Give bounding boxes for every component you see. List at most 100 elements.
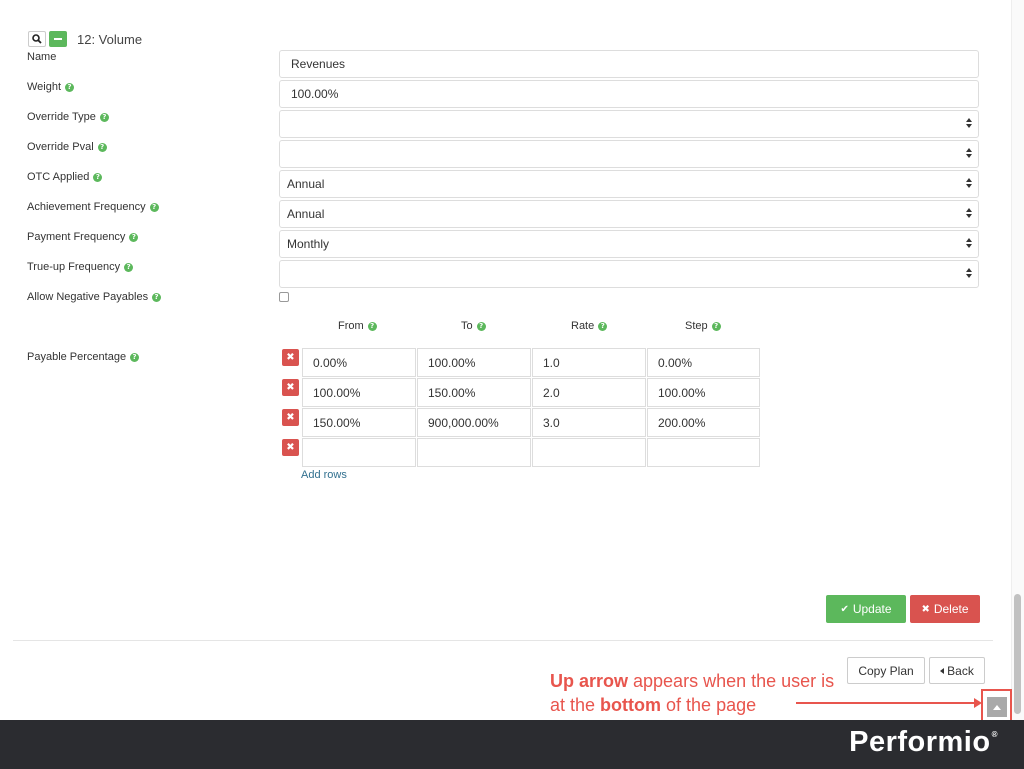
trueup-frequency-label-text: True-up Frequency <box>27 261 121 273</box>
remove-row-button[interactable]: ✖ <box>282 379 299 396</box>
collapse-button[interactable] <box>49 31 67 47</box>
rate-cell[interactable] <box>532 438 646 467</box>
cell-value: 100.00% <box>428 355 476 370</box>
search-button[interactable] <box>28 31 46 47</box>
to-cell[interactable]: 150.00% <box>417 378 531 407</box>
select-arrows-icon <box>966 118 972 130</box>
scrollbar-thumb[interactable] <box>1014 594 1021 714</box>
otc-applied-value: Annual <box>287 177 325 191</box>
achievement-frequency-select[interactable]: Annual <box>279 200 979 228</box>
cell-value: 0.00% <box>658 355 693 370</box>
payable-percentage-label-text: Payable Percentage <box>27 351 127 363</box>
help-icon[interactable]: ? <box>65 82 75 92</box>
rate-cell[interactable]: 1.0 <box>532 348 646 377</box>
from-cell[interactable]: 0.00% <box>302 348 416 377</box>
back-label: Back <box>947 663 974 678</box>
help-icon[interactable]: ? <box>130 352 140 362</box>
override-pval-label: Override Pval? <box>27 141 107 153</box>
delete-button-label: Delete <box>933 602 969 616</box>
copy-plan-button[interactable]: Copy Plan <box>847 657 925 684</box>
delete-button[interactable]: ✖ Delete <box>910 595 980 623</box>
to-cell[interactable]: 900,000.00% <box>417 408 531 437</box>
scroll-to-top-button[interactable] <box>987 697 1007 717</box>
payment-frequency-label-text: Payment Frequency <box>27 231 126 243</box>
override-type-label: Override Type? <box>27 111 109 123</box>
override-type-label-text: Override Type <box>27 111 96 123</box>
times-icon: ✖ <box>286 381 295 393</box>
cell-value: 900,000.00% <box>428 415 499 430</box>
trueup-frequency-label: True-up Frequency? <box>27 261 134 273</box>
help-icon[interactable]: ? <box>99 112 109 122</box>
trueup-frequency-select[interactable] <box>279 260 979 288</box>
step-cell[interactable]: 0.00% <box>647 348 760 377</box>
chevron-up-icon <box>993 704 1001 710</box>
caret-left-icon <box>940 667 945 674</box>
rate-cell[interactable]: 2.0 <box>532 378 646 407</box>
cell-value: 150.00% <box>313 415 361 430</box>
allow-negative-payables-checkbox[interactable] <box>279 292 289 302</box>
column-header-to: To? <box>461 320 486 332</box>
name-input[interactable]: Revenues <box>279 50 979 78</box>
otc-applied-select[interactable]: Annual <box>279 170 979 198</box>
to-cell[interactable] <box>417 438 531 467</box>
add-rows-link[interactable]: Add rows <box>301 469 347 481</box>
update-button[interactable]: ✔ Update <box>826 595 906 623</box>
help-icon[interactable]: ? <box>598 321 608 331</box>
cell-value: 2.0 <box>543 385 560 400</box>
remove-row-button[interactable]: ✖ <box>282 409 299 426</box>
weight-label: Weight? <box>27 81 75 93</box>
payment-frequency-select[interactable]: Monthly <box>279 230 979 258</box>
rate-cell[interactable]: 3.0 <box>532 408 646 437</box>
cell-value: 200.00% <box>658 415 706 430</box>
cell-value: 3.0 <box>543 415 560 430</box>
copy-plan-label: Copy Plan <box>858 663 914 678</box>
name-label-text: Name <box>27 51 57 63</box>
help-icon[interactable]: ? <box>149 202 159 212</box>
step-cell[interactable]: 100.00% <box>647 378 760 407</box>
override-pval-select[interactable] <box>279 140 979 168</box>
help-icon[interactable]: ? <box>129 232 139 242</box>
times-icon: ✖ <box>286 441 295 453</box>
payment-frequency-value: Monthly <box>287 237 330 251</box>
select-arrows-icon <box>966 268 972 280</box>
column-header-step: Step? <box>685 320 721 332</box>
help-icon[interactable]: ? <box>93 172 103 182</box>
achievement-frequency-label-text: Achievement Frequency <box>27 201 146 213</box>
help-icon[interactable]: ? <box>152 292 162 302</box>
column-header-rate-text: Rate <box>571 320 595 332</box>
update-button-label: Update <box>852 602 892 616</box>
back-button[interactable]: Back <box>929 657 985 684</box>
to-cell[interactable]: 100.00% <box>417 348 531 377</box>
from-cell[interactable]: 150.00% <box>302 408 416 437</box>
times-icon: ✖ <box>286 351 295 363</box>
remove-row-button[interactable]: ✖ <box>282 439 299 456</box>
from-cell[interactable]: 100.00% <box>302 378 416 407</box>
weight-label-text: Weight <box>27 81 62 93</box>
from-cell[interactable] <box>302 438 416 467</box>
column-header-rate: Rate? <box>571 320 608 332</box>
step-cell[interactable]: 200.00% <box>647 408 760 437</box>
search-icon <box>32 34 42 44</box>
remove-row-button[interactable]: ✖ <box>282 349 299 366</box>
override-pval-label-text: Override Pval <box>27 141 94 153</box>
payment-frequency-label: Payment Frequency? <box>27 231 139 243</box>
achievement-frequency-value: Annual <box>287 207 325 221</box>
help-icon[interactable]: ? <box>476 321 486 331</box>
annotation-bold-1: Up arrow <box>550 671 629 691</box>
override-type-select[interactable] <box>279 110 979 138</box>
column-header-step-text: Step <box>685 320 708 332</box>
allow-negative-payables-label-text: Allow Negative Payables <box>27 291 149 303</box>
check-icon: ✔ <box>840 603 849 615</box>
help-icon[interactable]: ? <box>124 262 134 272</box>
name-value: Revenues <box>291 57 346 71</box>
column-header-from: From? <box>338 320 377 332</box>
weight-input[interactable]: 100.00% <box>279 80 979 108</box>
step-cell[interactable] <box>647 438 760 467</box>
allow-negative-payables-label: Allow Negative Payables? <box>27 291 162 303</box>
help-icon[interactable]: ? <box>97 142 107 152</box>
times-icon: ✖ <box>921 603 930 615</box>
help-icon[interactable]: ? <box>367 321 377 331</box>
column-header-to-text: To <box>461 320 473 332</box>
achievement-frequency-label: Achievement Frequency? <box>27 201 159 213</box>
help-icon[interactable]: ? <box>711 321 721 331</box>
